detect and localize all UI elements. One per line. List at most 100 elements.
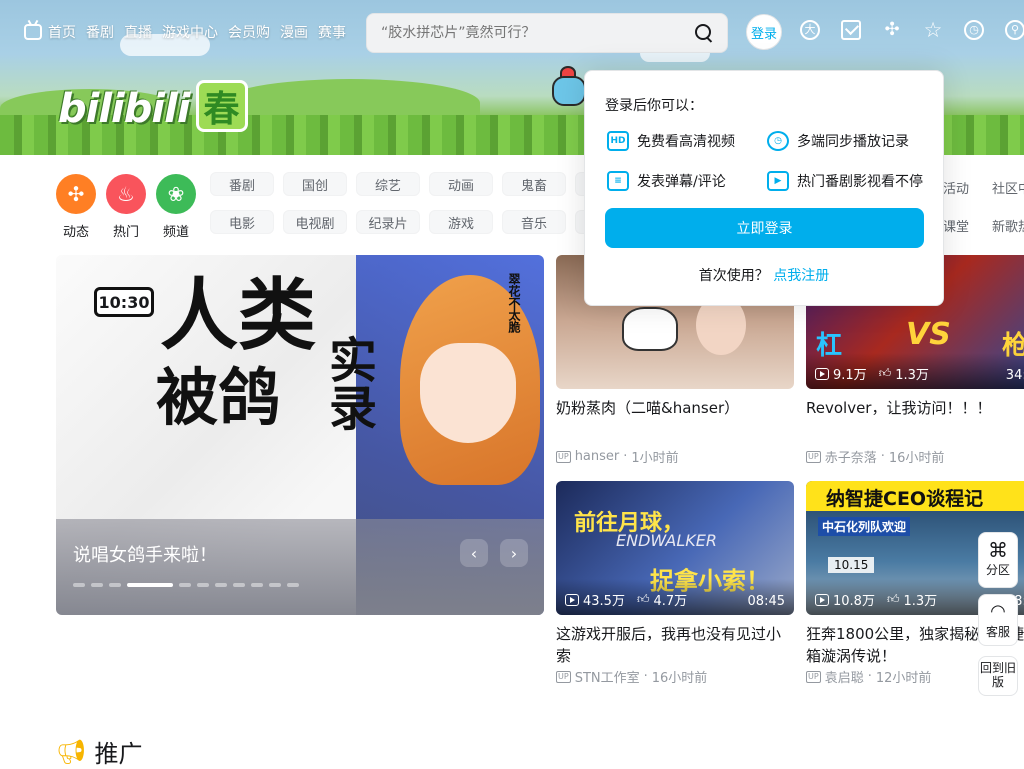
nav-manga[interactable]: 漫画 — [280, 22, 308, 42]
like-count: 👍︎ 4.7万 — [637, 590, 687, 609]
logo-spring-mark: 春 — [195, 80, 248, 132]
carousel-dot[interactable] — [91, 583, 103, 587]
carousel-author-tag: 翠花不太脆 — [507, 273, 521, 333]
view-count-value: 10.8万 — [833, 594, 875, 609]
video-thumbnail[interactable]: 前往月球， ENDWALKER 捉拿小索！ 43.5万 👍︎4.7万 08:45 — [556, 481, 794, 615]
carousel-dot[interactable] — [287, 583, 299, 587]
perk-text: 免费看高清视频 — [637, 134, 735, 150]
top-nav: 首页 番剧 直播 游戏中心 会员购 漫画 赛事 登录 大 ✣ ☆ ◷ ⚲ — [0, 0, 1024, 64]
message-icon[interactable] — [841, 20, 861, 40]
video-title[interactable]: 奶粉蒸肉（二喵&hanser） — [556, 397, 794, 441]
tag-music[interactable]: 音乐 — [502, 210, 566, 234]
video-meta: UP hanser · 1小时前 — [556, 447, 794, 466]
video-title[interactable]: 这游戏开服后，我再也没有见过小索 — [556, 623, 794, 667]
carousel-dot[interactable] — [109, 583, 121, 587]
nav-home-label: 首页 — [48, 25, 76, 41]
carousel-prev-button[interactable]: ‹ — [460, 539, 488, 567]
tag-tv[interactable]: 电视剧 — [283, 210, 347, 234]
up-icon: UP — [806, 450, 821, 463]
thumb-text-vs: VS — [906, 317, 951, 352]
customer-service-button[interactable]: ◠ 客服 — [978, 594, 1018, 646]
channel-channels[interactable]: ❀ 频道 — [156, 174, 196, 240]
headset-icon: ◠ — [990, 601, 1006, 622]
tag-variety[interactable]: 综艺 — [356, 172, 420, 196]
view-count-value: 43.5万 — [583, 594, 625, 609]
register-prompt: 首次使用？ 点我注册 — [585, 265, 943, 285]
carousel-dot[interactable] — [197, 583, 209, 587]
carousel-indicators — [73, 583, 299, 587]
link-activity[interactable]: 活动 — [943, 178, 969, 197]
fan-icon: ✣ — [56, 174, 96, 214]
video-author[interactable]: hanser — [575, 449, 620, 464]
carousel-caption[interactable]: 说唱女鸽手来啦！ — [73, 541, 217, 567]
tag-game[interactable]: 游戏 — [429, 210, 493, 234]
hero-carousel[interactable]: 10:30 人类 被鸽 实录 翠花不太脆 说唱女鸽手来啦！ ‹ › — [56, 255, 544, 615]
nav-game-center[interactable]: 游戏中心 — [162, 22, 218, 42]
zone-button[interactable]: ⌘ 分区 — [978, 532, 1018, 588]
danmaku-icon: ≡ — [607, 171, 629, 191]
favorites-icon[interactable]: ☆ — [923, 20, 943, 41]
login-now-button[interactable]: 立即登录 — [605, 208, 924, 248]
nav-icons: 大 ✣ ☆ ◷ ⚲ — [800, 20, 1024, 41]
link-course[interactable]: 课堂 — [943, 216, 969, 235]
carousel-next-button[interactable]: › — [500, 539, 528, 567]
tag-bangumi[interactable]: 番剧 — [210, 172, 274, 196]
channel-hot[interactable]: ♨ 热门 — [106, 174, 146, 240]
tag-guochuang[interactable]: 国创 — [283, 172, 347, 196]
video-title[interactable]: Revolver，让我访问！！！ — [806, 397, 1024, 441]
history-icon[interactable]: ◷ — [964, 20, 984, 40]
video-author[interactable]: 赤子奈落 — [825, 447, 877, 466]
video-author[interactable]: 袁启聪 — [825, 667, 864, 686]
tv-icon — [24, 24, 42, 40]
like-count-value: 4.7万 — [653, 594, 688, 609]
creative-center-icon[interactable]: ⚲ — [1005, 20, 1024, 40]
video-card[interactable]: 前往月球， ENDWALKER 捉拿小索！ 43.5万 👍︎4.7万 08:45… — [556, 481, 794, 686]
carousel-dot[interactable] — [251, 583, 263, 587]
nav-esports[interactable]: 赛事 — [318, 22, 346, 42]
login-avatar-button[interactable]: 登录 — [746, 14, 782, 50]
up-icon: UP — [556, 670, 571, 683]
tag-documentary[interactable]: 纪录片 — [356, 210, 420, 234]
video-author[interactable]: STN工作室 — [575, 667, 640, 686]
nav-mall[interactable]: 会员购 — [228, 22, 270, 42]
bilibili-logo[interactable]: bilibili 春 — [58, 80, 248, 132]
register-link[interactable]: 点我注册 — [773, 268, 829, 284]
promo-title: 推广 — [94, 740, 143, 768]
nav-bangumi[interactable]: 番剧 — [86, 22, 114, 42]
carousel-dot[interactable] — [233, 583, 245, 587]
view-count: 9.1万 — [815, 364, 867, 383]
thumb-text-logo: ENDWALKER — [616, 531, 717, 550]
carousel-headline-2: 被鸽 — [156, 361, 281, 434]
carousel-dot[interactable] — [215, 583, 227, 587]
channel-dynamic[interactable]: ✣ 动态 — [56, 174, 96, 240]
link-new-songs[interactable]: 新歌热榜 — [992, 216, 1024, 235]
vip-icon[interactable]: 大 — [800, 20, 820, 40]
history-icon: ◷ — [767, 131, 789, 151]
dynamic-icon[interactable]: ✣ — [882, 20, 902, 40]
nav-live[interactable]: 直播 — [124, 22, 152, 42]
carousel-dot[interactable] — [127, 583, 173, 587]
like-count-value: 1.3万 — [895, 368, 929, 383]
carousel-dot[interactable] — [73, 583, 85, 587]
like-count: 👍︎ 1.3万 — [887, 590, 937, 609]
view-count: 10.8万 — [815, 590, 875, 609]
tag-animation[interactable]: 动画 — [429, 172, 493, 196]
back-to-old-button[interactable]: 回到旧版 — [978, 656, 1018, 696]
like-count: 👍︎ 1.3万 — [879, 364, 929, 383]
perk-hd: HD 免费看高清视频 — [607, 131, 735, 151]
flame-icon: ♨ — [106, 174, 146, 214]
carousel-dot[interactable] — [179, 583, 191, 587]
search-icon[interactable] — [693, 22, 715, 44]
tag-movie[interactable]: 电影 — [210, 210, 274, 234]
nav-home[interactable]: 首页 — [24, 22, 76, 42]
video-meta: UP 赤子奈落 · 16小时前 — [806, 447, 1024, 466]
carousel-dot[interactable] — [269, 583, 281, 587]
video-duration: 34:4 — [1005, 368, 1024, 383]
link-community[interactable]: 社区中心 — [992, 178, 1024, 197]
thumb-text-top: 纳智捷CEO谈程记 — [826, 488, 984, 510]
search-bar — [366, 13, 728, 53]
tag-kichiku[interactable]: 鬼畜 — [502, 172, 566, 196]
perk-danmaku: ≡ 发表弹幕/评论 — [607, 171, 726, 191]
search-input[interactable] — [381, 25, 693, 41]
thumb-text-meter: 10.15 — [828, 557, 875, 573]
